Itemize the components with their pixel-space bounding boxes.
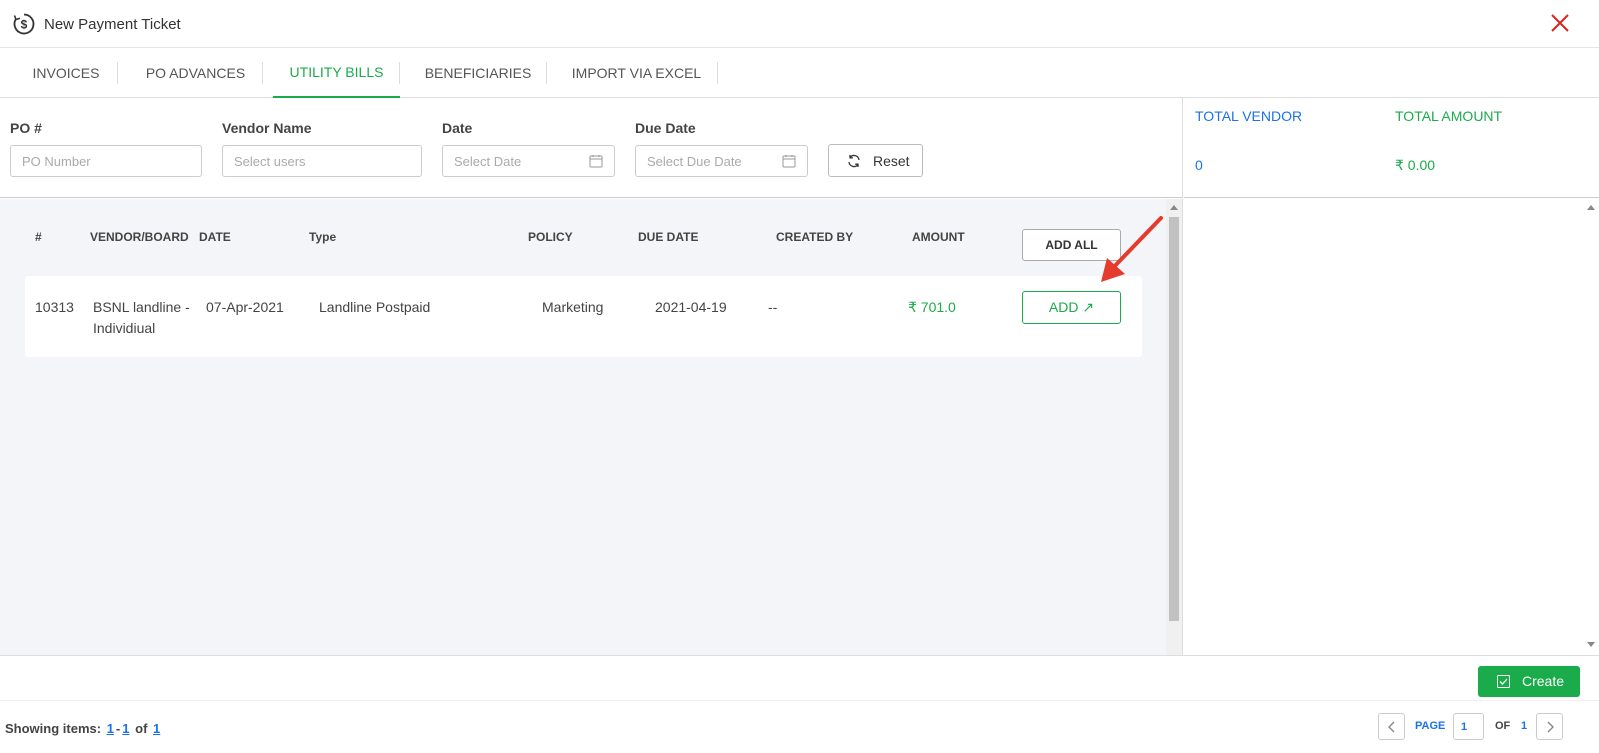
po-label: PO # (10, 120, 42, 136)
modal-header: $ New Payment Ticket (0, 0, 1599, 48)
total-pages: 1 (1521, 720, 1528, 732)
column-header-amount: AMOUNT (912, 230, 965, 244)
tab-divider (399, 62, 400, 84)
showing-items: Showing items: 1-1 of 1 (5, 721, 162, 736)
vendor-select-input[interactable] (222, 145, 422, 177)
close-icon[interactable] (1549, 12, 1571, 34)
chevron-left-icon (1388, 721, 1395, 733)
svg-text:$: $ (21, 18, 28, 32)
row-vendor-line1: BSNL landline - (93, 299, 190, 315)
row-due-date: 2021-04-19 (655, 299, 727, 315)
column-header-id: # (35, 230, 42, 244)
prev-page-button[interactable] (1378, 713, 1405, 740)
chevron-right-icon (1547, 721, 1554, 733)
column-header-due-date: DUE DATE (638, 230, 699, 244)
page-number-input[interactable] (1453, 713, 1484, 740)
of-label: of (135, 721, 148, 736)
selected-items-scrollbar[interactable] (1583, 199, 1599, 655)
column-header-date: DATE (199, 230, 231, 244)
of-pages-label: OF (1495, 720, 1511, 732)
total-amount-value: ₹ 0.00 (1395, 157, 1436, 173)
scrollbar-thumb[interactable] (1169, 217, 1179, 621)
pagination-footer: Showing items: 1-1 of 1 PAGE OF 1 (0, 701, 1599, 753)
create-label: Create (1522, 673, 1565, 689)
row-type: Landline Postpaid (319, 299, 431, 315)
row-id: 10313 (35, 299, 74, 315)
filter-panel: PO # Vendor Name Date Due Date Reset (0, 98, 1183, 198)
page-label: PAGE (1415, 720, 1446, 732)
vendor-name-label: Vendor Name (222, 120, 312, 136)
tab-divider (262, 62, 263, 84)
create-button[interactable]: Create (1478, 666, 1580, 697)
column-header-vendor: VENDOR/BOARD (90, 230, 189, 244)
tab-divider (717, 62, 718, 84)
reset-label: Reset (873, 153, 910, 169)
range-separator: - (115, 721, 121, 736)
tab-po-advances[interactable]: PO ADVANCES (132, 48, 259, 98)
tab-bar: INVOICES PO ADVANCES UTILITY BILLS BENEF… (0, 48, 1599, 98)
column-header-created-by: CREATED BY (776, 230, 854, 244)
bills-table: # VENDOR/BOARD DATE Type POLICY DUE DATE… (0, 199, 1183, 655)
refresh-icon (848, 154, 860, 168)
range-start-link[interactable]: 1 (107, 721, 114, 736)
date-label: Date (442, 120, 473, 136)
totals-panel: TOTAL VENDOR TOTAL AMOUNT 0 ₹ 0.00 (1184, 98, 1599, 198)
next-page-button[interactable] (1536, 713, 1563, 740)
action-bar: Create (0, 655, 1599, 701)
scroll-down-icon[interactable] (1587, 642, 1595, 647)
table-scrollbar[interactable] (1166, 199, 1182, 655)
modal-title: New Payment Ticket (44, 16, 181, 33)
selected-items-panel (1184, 199, 1599, 655)
row-created-by: -- (768, 299, 778, 315)
tab-beneficiaries[interactable]: BENEFICIARIES (414, 48, 542, 98)
showing-label: Showing items: (5, 721, 102, 736)
add-row-button[interactable]: ADD ↗ (1022, 291, 1121, 324)
row-vendor: BSNL landline - Individiual (93, 297, 190, 339)
row-amount: ₹ 701.0 (908, 299, 956, 315)
table-row: 10313 BSNL landline - Individiual 07-Apr… (25, 276, 1142, 357)
reset-button[interactable]: Reset (828, 144, 923, 177)
calendar-icon (589, 155, 603, 168)
column-header-policy: POLICY (528, 230, 573, 244)
tab-import-via-excel[interactable]: IMPORT VIA EXCEL (565, 48, 708, 98)
add-all-button[interactable]: ADD ALL (1022, 229, 1121, 261)
total-amount-label: TOTAL AMOUNT (1395, 108, 1503, 124)
tab-divider (546, 62, 547, 84)
total-vendor-label: TOTAL VENDOR (1195, 108, 1303, 124)
total-vendor-value: 0 (1195, 157, 1203, 173)
checkbox-icon (1497, 675, 1510, 688)
column-header-type: Type (309, 230, 337, 244)
row-date: 07-Apr-2021 (206, 299, 284, 315)
due-date-label: Due Date (635, 120, 696, 136)
scroll-up-icon[interactable] (1587, 205, 1595, 210)
scroll-up-icon[interactable] (1170, 205, 1178, 210)
calendar-icon (782, 155, 796, 168)
total-items-link[interactable]: 1 (153, 721, 160, 736)
payment-cycle-icon: $ (13, 13, 35, 35)
range-end-link[interactable]: 1 (122, 721, 129, 736)
row-policy: Marketing (542, 299, 604, 315)
po-number-input[interactable] (10, 145, 202, 177)
tab-utility-bills[interactable]: UTILITY BILLS (273, 48, 400, 98)
tab-invoices[interactable]: INVOICES (15, 48, 117, 98)
row-vendor-line2: Individiual (93, 320, 156, 336)
tab-divider (117, 62, 118, 84)
